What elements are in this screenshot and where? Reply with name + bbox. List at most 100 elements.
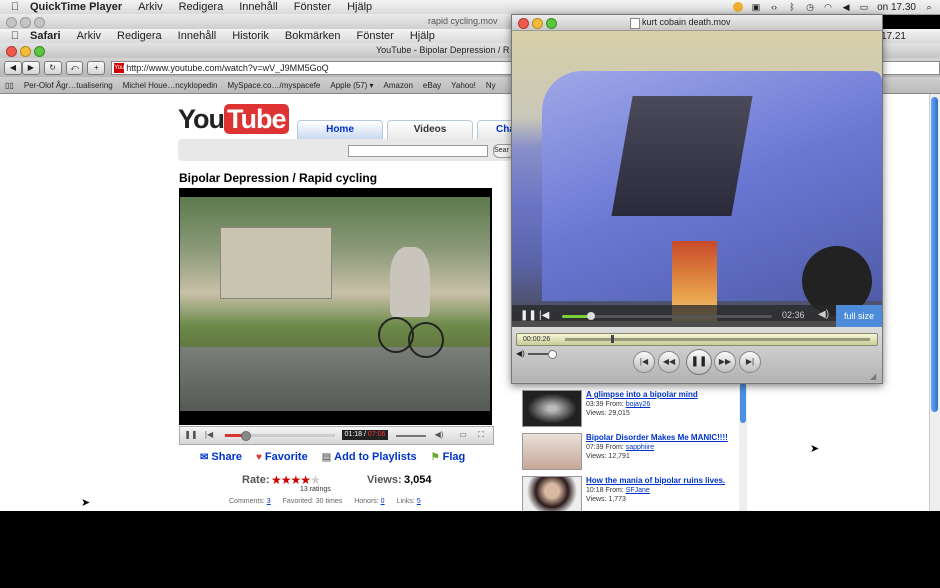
menu-hjalp[interactable]: Hjälp [402,30,443,42]
zoom-button[interactable] [546,18,557,29]
menu-arkiv[interactable]: Arkiv [69,30,109,42]
status-ball-icon[interactable] [733,2,744,12]
honors-link[interactable]: 0 [381,498,385,505]
menu-fonster[interactable]: Fönster [286,1,339,13]
full-size-button[interactable]: full size [836,305,882,327]
minimize-button[interactable] [532,18,543,29]
pause-button[interactable]: ❚❚ [686,349,712,375]
timeline-playhead[interactable] [610,335,614,343]
bookmark-item[interactable]: Amazon [379,81,418,90]
video-thumbnail[interactable] [522,390,582,427]
list-item[interactable]: A glimpse into a bipolar mind 03:39 From… [520,387,740,427]
menu-redigera[interactable]: Redigera [109,30,170,42]
status-app-icon[interactable]: ▣ [751,2,761,12]
related-user-link[interactable]: SFJane [626,487,650,494]
related-title[interactable]: How the mania of bipolar ruins lives. [586,476,725,485]
reload-button[interactable]: ↻ [43,60,62,75]
wifi-icon[interactable]: ◠ [823,2,833,12]
rewind-button[interactable]: ◀◀ [658,351,680,373]
rating-star-icon[interactable]: ★ [271,473,282,487]
menu-app-name[interactable]: QuickTime Player [22,1,130,13]
video-thumbnail[interactable] [522,476,582,513]
add-bookmark-button[interactable]: + [87,60,106,75]
spotlight-icon[interactable]: ⌕ [924,2,934,12]
volume-slider[interactable] [396,435,426,437]
links-link[interactable]: 5 [417,498,421,505]
rating-star-icon[interactable]: ★ [281,473,292,487]
apple-menu-icon[interactable]:  [8,30,22,42]
zoom-button-inactive[interactable] [34,17,45,28]
comments-link[interactable]: 3 [267,498,271,505]
bookmark-item[interactable]: eBay [418,81,446,90]
minimize-button-inactive[interactable] [20,17,31,28]
list-item[interactable]: How the mania of bipolar ruins lives. 10… [520,473,740,513]
snapback-button[interactable]: ⤺ [65,60,84,75]
volume-icon[interactable]: ◀) [516,349,525,358]
minimize-button[interactable] [20,46,31,57]
close-button[interactable] [518,18,529,29]
menu-app-name[interactable]: Safari [22,30,69,42]
rating-star-icon[interactable]: ★ [300,473,311,487]
menu-hjalp[interactable]: Hjälp [339,1,380,13]
watch-larger-icon[interactable]: ▭ [456,430,470,440]
add-to-playlists-link[interactable]: ▤ Add to Playlists [322,451,417,463]
menubar-clock[interactable]: on 17.30 [877,2,916,13]
related-user-link[interactable]: bojay26 [626,401,651,408]
menu-fonster[interactable]: Fönster [349,30,402,42]
menu-arkiv[interactable]: Arkiv [130,1,170,13]
overlay-progress-bar[interactable] [562,312,772,320]
close-button[interactable] [6,46,17,57]
share-link[interactable]: ✉ Share [200,451,242,463]
overlay-progress-knob[interactable] [587,312,596,320]
volume-icon[interactable]: ◀ [841,2,851,12]
list-item[interactable]: Bipolar Disorder Makes Me MANIC!!!! 07:3… [520,430,740,470]
battery-icon[interactable]: ▭ [859,2,869,12]
page-scrollbar-thumb[interactable] [931,97,938,412]
related-scrollbar-thumb[interactable] [740,383,746,423]
bookmark-item[interactable]: Per-Olof Ågr…tualisering [19,81,118,90]
menu-innehall[interactable]: Innehåll [170,30,225,42]
go-to-end-button[interactable]: ▶| [739,351,761,373]
bookmarks-book-icon[interactable]: ▯▯ [0,81,19,90]
script-icon[interactable]: ‹› [769,2,779,12]
bookmark-item[interactable]: Yahoo! [446,81,481,90]
progress-bar[interactable] [225,431,335,441]
rewind-icon[interactable]: |◀ [202,430,216,440]
volume-slider[interactable] [527,349,557,359]
quicktime-timeline[interactable]: 00:00:26 [516,333,878,346]
forward-button[interactable]: ▶ [21,60,40,75]
related-title[interactable]: Bipolar Disorder Makes Me MANIC!!!! [586,433,728,442]
pause-icon[interactable]: ❚❚ [184,430,198,440]
pause-icon[interactable]: ❚❚ [520,310,537,321]
bookmark-item[interactable]: MySpace.co…/myspacefe [222,81,325,90]
volume-icon[interactable]: ◀) [432,430,446,440]
resize-grip-icon[interactable]: ◢ [870,372,876,381]
rapid-cycling-window-titlebar[interactable]: rapid cycling.mov [0,14,512,30]
flag-link[interactable]: ⚑ Flag [431,451,466,463]
fullscreen-icon[interactable]: ⛶ [474,430,488,440]
zoom-button[interactable] [34,46,45,57]
video-thumbnail[interactable] [522,433,582,470]
star-rating[interactable]: ★★★★★ [271,473,321,487]
quicktime-titlebar[interactable]: kurt cobain death.mov [512,15,882,31]
related-user-link[interactable]: sapphiire [626,444,654,451]
bookmark-item[interactable]: Ny [481,81,501,90]
time-machine-icon[interactable]: ◷ [805,2,815,12]
favorite-link[interactable]: ♥ Favorite [256,451,308,463]
bookmark-item[interactable]: Michel Houe…ncyklopedin [118,81,223,90]
back-button[interactable]: ◀ [4,60,22,75]
go-to-start-button[interactable]: |◀ [633,351,655,373]
progress-scrubber[interactable] [240,431,251,441]
close-button-inactive[interactable] [6,17,17,28]
bookmark-item[interactable]: Apple (57) ▾ [325,81,378,90]
menu-redigera[interactable]: Redigera [171,1,232,13]
bluetooth-icon[interactable]: ᛒ [787,2,797,12]
related-title[interactable]: A glimpse into a bipolar mind [586,390,698,399]
youtube-logo[interactable]: You Tube [178,104,289,135]
menu-bokmarken[interactable]: Bokmärken [277,30,349,42]
tab-videos[interactable]: Videos [387,120,473,139]
video-frame[interactable] [180,197,490,411]
safari-clock[interactable]: 17.21 [881,31,940,42]
rating-star-icon[interactable]: ★ [310,473,321,487]
apple-menu-icon[interactable]:  [8,1,22,13]
